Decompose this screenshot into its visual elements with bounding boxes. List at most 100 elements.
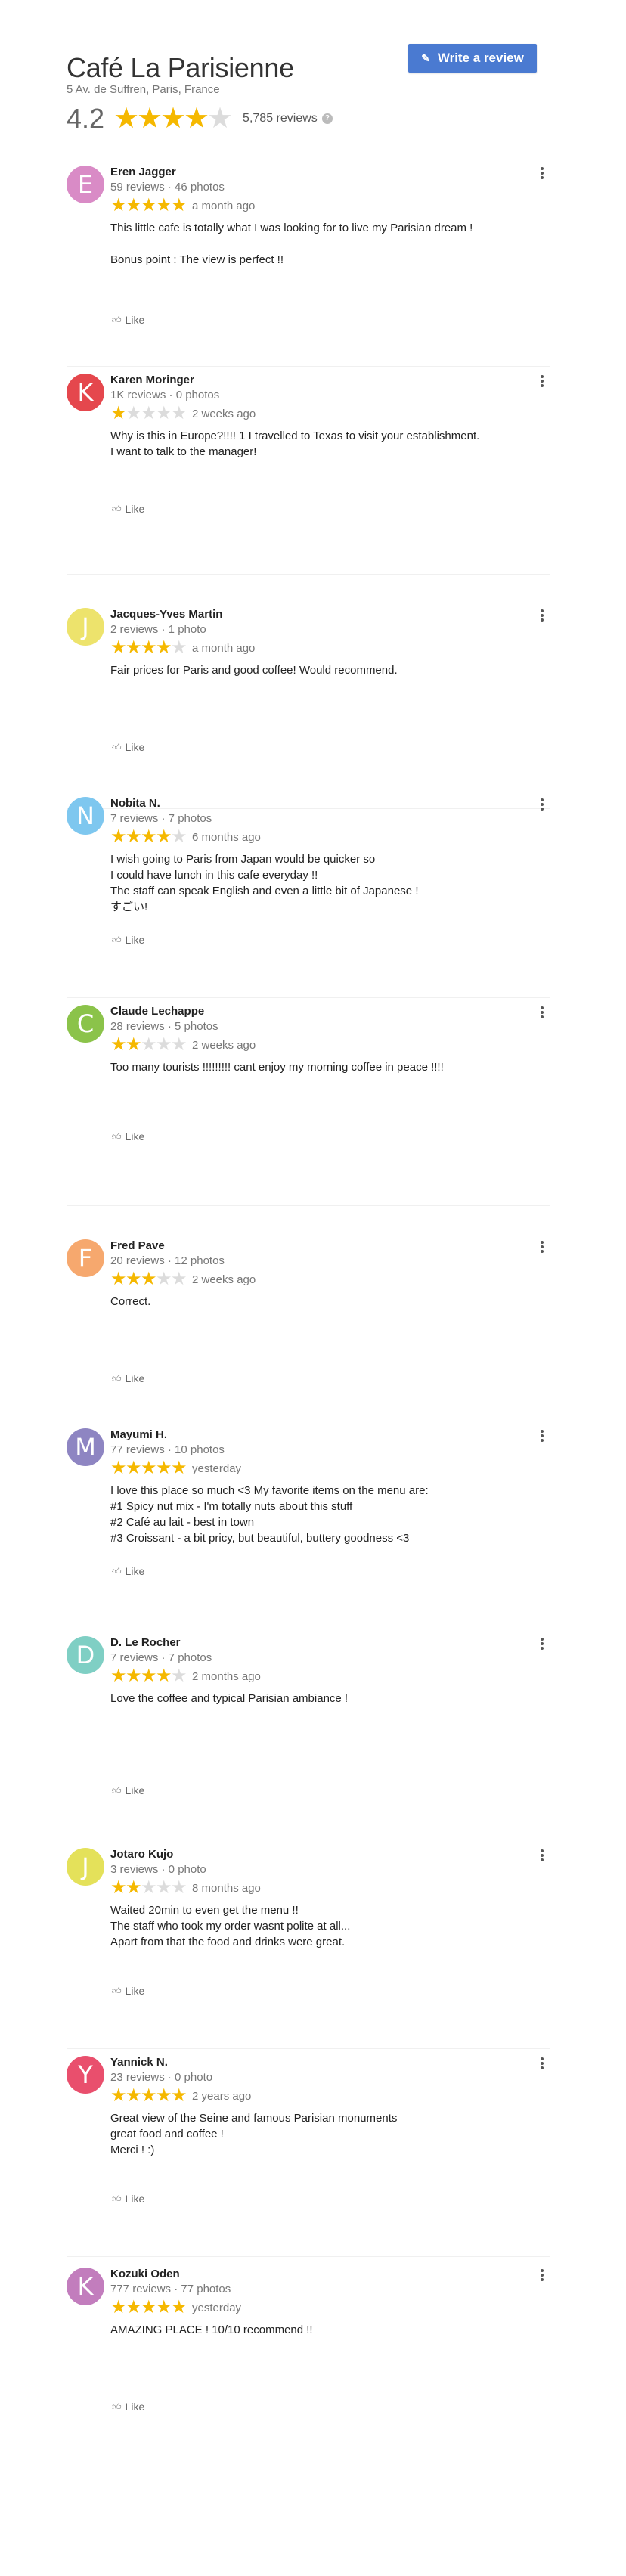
write-review-button[interactable]: ✎ Write a review bbox=[408, 44, 537, 73]
reviewer-name[interactable]: Claude Lechappe bbox=[110, 1005, 204, 1018]
reviewer-name[interactable]: Fred Pave bbox=[110, 1239, 165, 1252]
more-options-icon[interactable] bbox=[540, 1241, 544, 1254]
avatar[interactable]: Y bbox=[67, 2056, 104, 2094]
like-button[interactable]: 👍︎ Like bbox=[112, 1565, 144, 1577]
star-empty-icon: ★ bbox=[207, 103, 234, 135]
review-card: K Karen Moringer 1K reviews · 0 photos ★ ★ ★ ★… bbox=[67, 363, 550, 575]
review-date: 2 weeks ago bbox=[192, 1038, 256, 1052]
info-icon[interactable]: ? bbox=[321, 113, 333, 124]
like-button[interactable]: 👍︎ Like bbox=[112, 314, 144, 326]
review-date: yesterday bbox=[192, 1462, 242, 1475]
review-text: AMAZING PLACE ! 10/10 recommend !! bbox=[110, 2322, 541, 2338]
star-filled-icon: ★ bbox=[156, 1458, 172, 1478]
reviewer-meta: 1K reviews · 0 photos bbox=[110, 389, 220, 401]
star-empty-icon: ★ bbox=[171, 826, 187, 847]
like-button[interactable]: 👍︎ Like bbox=[112, 1372, 144, 1384]
reviewer-name[interactable]: Eren Jagger bbox=[110, 166, 176, 178]
reviewer-name[interactable]: Jacques-Yves Martin bbox=[110, 608, 222, 621]
review-text: I wish going to Paris from Japan would b… bbox=[110, 851, 541, 915]
review-text-line: Too many tourists !!!!!!!!! cant enjoy m… bbox=[110, 1061, 444, 1074]
review-count[interactable]: 5,785 reviews ? bbox=[243, 112, 333, 126]
more-options-icon[interactable] bbox=[540, 375, 544, 389]
avatar[interactable]: J bbox=[67, 608, 104, 646]
star-filled-icon: ★ bbox=[160, 103, 187, 135]
like-label: Like bbox=[125, 2193, 145, 2205]
like-button[interactable]: 👍︎ Like bbox=[112, 2401, 144, 2413]
like-label: Like bbox=[125, 503, 145, 515]
review-text: Too many tourists !!!!!!!!! cant enjoy m… bbox=[110, 1059, 541, 1075]
like-button[interactable]: 👍︎ Like bbox=[112, 1985, 144, 1997]
more-options-icon[interactable] bbox=[540, 2057, 544, 2071]
thumbs-up-icon: 👍︎ bbox=[112, 1784, 122, 1796]
divider bbox=[67, 574, 550, 575]
review-star-rating: ★ ★ ★ ★ ★ yesterday bbox=[110, 2298, 241, 2317]
overall-rating: 4.2 ★ ★ ★ ★ ★ 5,785 reviews ? bbox=[67, 102, 535, 135]
review-text-line: I could have lunch in this cafe everyday… bbox=[110, 869, 318, 882]
more-options-icon[interactable] bbox=[540, 1638, 544, 1651]
star-filled-icon: ★ bbox=[141, 1458, 157, 1478]
star-filled-icon: ★ bbox=[171, 2085, 187, 2106]
star-empty-icon: ★ bbox=[171, 1666, 187, 1686]
like-button[interactable]: 👍︎ Like bbox=[112, 1130, 144, 1142]
review-card: N Nobita N. 7 reviews · 7 photos ★ ★ ★ ★ ★ 6 mon… bbox=[67, 786, 550, 998]
review-text-line: Fair prices for Paris and good coffee! W… bbox=[110, 664, 398, 677]
more-options-icon[interactable] bbox=[540, 1849, 544, 1863]
review-text: Correct. bbox=[110, 1294, 541, 1310]
review-star-rating: ★ ★ ★ ★ ★ 2 months ago bbox=[110, 1666, 261, 1686]
avatar[interactable]: K bbox=[67, 2268, 104, 2305]
reviewer-meta: 2 reviews · 1 photo bbox=[110, 623, 206, 636]
review-text-line: Love the coffee and typical Parisian amb… bbox=[110, 1692, 349, 1705]
star-empty-icon: ★ bbox=[156, 403, 172, 423]
review-date: 2 weeks ago bbox=[192, 1273, 256, 1286]
reviewer-meta: 23 reviews · 0 photo bbox=[110, 2071, 213, 2084]
review-text: This little cafe is totally what I was l… bbox=[110, 220, 541, 268]
review-card: Y Yannick N. 23 reviews · 0 photo ★ ★ ★ ★ ★ 2 ye… bbox=[67, 2045, 550, 2257]
more-options-icon[interactable] bbox=[540, 167, 544, 181]
review-text-line: Why is this in Europe?!!!! 1 I travelled… bbox=[110, 429, 480, 442]
more-options-icon[interactable] bbox=[540, 2269, 544, 2283]
like-button[interactable]: 👍︎ Like bbox=[112, 1784, 144, 1796]
avatar[interactable]: M bbox=[67, 1428, 104, 1466]
like-button[interactable]: 👍︎ Like bbox=[112, 2193, 144, 2205]
more-options-icon[interactable] bbox=[540, 1430, 544, 1443]
more-options-icon[interactable] bbox=[540, 1006, 544, 1020]
reviewer-name[interactable]: Mayumi H. bbox=[110, 1428, 167, 1441]
review-card: C Claude Lechappe 28 reviews · 5 photos ★ ★ ★… bbox=[67, 994, 550, 1206]
review-text-line: Bonus point : The view is perfect !! bbox=[110, 253, 284, 266]
write-review-label: Write a review bbox=[437, 51, 524, 65]
review-card: J Jotaro Kujo 3 reviews · 0 photo ★ ★ ★ ★ ★ 8 mo… bbox=[67, 1837, 550, 2049]
avatar[interactable]: D bbox=[67, 1636, 104, 1674]
star-empty-icon: ★ bbox=[141, 403, 157, 423]
more-options-icon[interactable] bbox=[540, 609, 544, 623]
star-filled-icon: ★ bbox=[141, 637, 157, 658]
star-filled-icon: ★ bbox=[156, 2297, 172, 2317]
review-text-line: Great view of the Seine and famous Paris… bbox=[110, 2112, 398, 2125]
avatar[interactable]: C bbox=[67, 1005, 104, 1043]
reviewer-name[interactable]: Yannick N. bbox=[110, 2056, 168, 2069]
star-empty-icon: ★ bbox=[156, 1269, 172, 1289]
avatar[interactable]: F bbox=[67, 1239, 104, 1277]
review-text-line: #3 Croissant - a bit pricy, but beautifu… bbox=[110, 1532, 410, 1545]
star-filled-icon: ★ bbox=[126, 2297, 142, 2317]
review-star-rating: ★ ★ ★ ★ ★ 2 weeks ago bbox=[110, 1269, 256, 1289]
like-button[interactable]: 👍︎ Like bbox=[112, 741, 144, 753]
like-button[interactable]: 👍︎ Like bbox=[112, 503, 144, 515]
star-filled-icon: ★ bbox=[110, 403, 127, 423]
reviewer-name[interactable]: D. Le Rocher bbox=[110, 1636, 181, 1649]
review-date: 8 months ago bbox=[192, 1881, 261, 1895]
star-filled-icon: ★ bbox=[110, 1458, 127, 1478]
avatar[interactable]: N bbox=[67, 797, 104, 835]
reviewer-name[interactable]: Jotaro Kujo bbox=[110, 1848, 173, 1861]
more-options-icon[interactable] bbox=[540, 798, 544, 812]
avatar[interactable]: E bbox=[67, 166, 104, 203]
reviewer-name[interactable]: Nobita N. bbox=[110, 797, 160, 810]
reviewer-name[interactable]: Karen Moringer bbox=[110, 374, 194, 386]
avatar[interactable]: J bbox=[67, 1848, 104, 1886]
star-filled-icon: ★ bbox=[126, 2085, 142, 2106]
avatar[interactable]: K bbox=[67, 374, 104, 411]
star-filled-icon: ★ bbox=[156, 1666, 172, 1686]
like-button[interactable]: 👍︎ Like bbox=[112, 934, 144, 946]
reviewer-name[interactable]: Kozuki Oden bbox=[110, 2268, 180, 2280]
like-label: Like bbox=[125, 314, 145, 326]
star-filled-icon: ★ bbox=[110, 2085, 127, 2106]
